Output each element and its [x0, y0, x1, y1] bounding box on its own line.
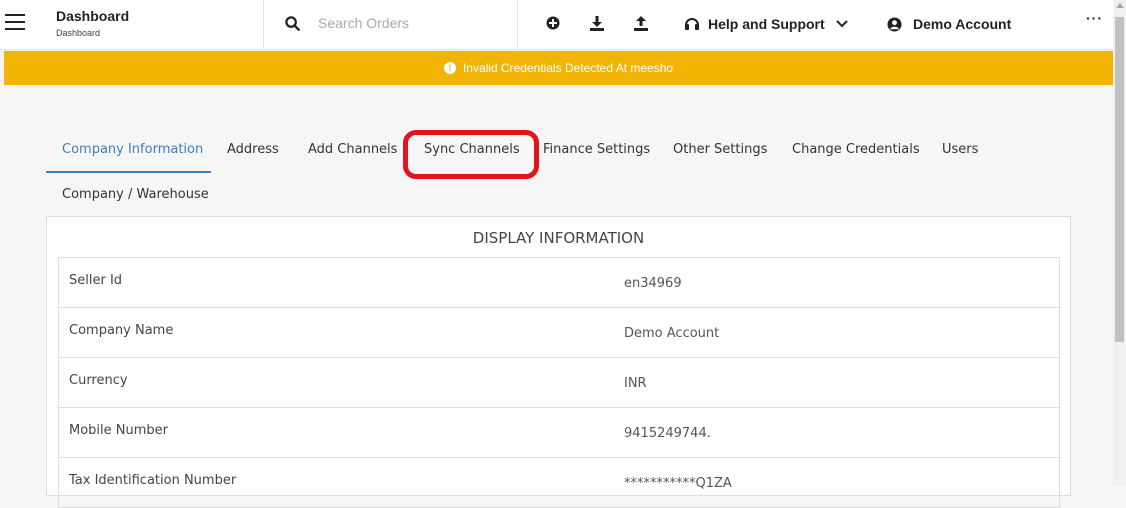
help-support-button[interactable]: Help and Support [684, 16, 848, 32]
scrollbar-thumb[interactable] [1115, 17, 1124, 342]
search-icon [285, 15, 300, 31]
table-row: Tax Identification Number ***********Q1Z… [58, 458, 1060, 508]
display-information-card: DISPLAY INFORMATION Seller Id en34969 Co… [46, 216, 1071, 508]
card-title: DISPLAY INFORMATION [472, 229, 645, 247]
tab-change-credentials[interactable]: Change Credentials [792, 142, 920, 157]
table-row: Currency INR [58, 358, 1060, 408]
upload-icon[interactable] [634, 16, 648, 31]
row-value: ***********Q1ZA [624, 476, 732, 491]
vertical-scrollbar[interactable] [1113, 0, 1126, 486]
top-bar: Dashboard Dashboard Search Orders Help a… [0, 0, 1113, 50]
alert-banner: ! Invalid Credentials Detected At meesho [4, 51, 1113, 85]
tab-add-channels[interactable]: Add Channels [308, 142, 397, 157]
user-circle-icon [887, 16, 902, 32]
add-circle-icon[interactable] [546, 16, 560, 30]
info-table: Seller Id en34969 Company Name Demo Acco… [58, 257, 1060, 508]
row-label: Company Name [69, 323, 174, 338]
divider [263, 0, 264, 50]
menu-icon[interactable] [5, 14, 25, 30]
tab-address[interactable]: Address [227, 142, 279, 157]
account-menu[interactable]: Demo Account [887, 16, 1011, 32]
sync-channels-highlight [403, 130, 539, 179]
row-label: Currency [69, 373, 128, 388]
more-options-icon[interactable]: ··· [1086, 10, 1103, 26]
tab-company-information[interactable]: Company Information [62, 142, 203, 157]
alert-message: Invalid Credentials Detected At meesho [462, 61, 674, 75]
help-support-label: Help and Support [708, 16, 825, 32]
divider [517, 0, 518, 50]
info-icon: ! [443, 62, 456, 74]
table-row: Seller Id en34969 [58, 258, 1060, 308]
row-label: Seller Id [69, 273, 123, 288]
account-label: Demo Account [913, 16, 1012, 32]
row-value: 9415249744. [624, 426, 711, 441]
row-label: Mobile Number [69, 423, 168, 438]
tab-other-settings[interactable]: Other Settings [673, 142, 767, 157]
tab-company-warehouse[interactable]: Company / Warehouse [62, 187, 209, 202]
tab-users[interactable]: Users [942, 142, 978, 157]
download-icon[interactable] [590, 16, 604, 31]
page-title: Dashboard [56, 8, 130, 24]
tab-finance-settings[interactable]: Finance Settings [543, 142, 650, 157]
active-tab-indicator [46, 171, 211, 173]
headset-icon [685, 18, 699, 30]
row-value: Demo Account [624, 326, 720, 341]
table-row: Mobile Number 9415249744. [58, 408, 1060, 458]
scroll-up-icon[interactable] [1116, 3, 1124, 8]
breadcrumb: Dashboard [56, 28, 101, 38]
row-value: INR [624, 376, 647, 391]
brand: Dashboard Dashboard [56, 8, 129, 38]
table-row: Company Name Demo Account [58, 308, 1060, 358]
search-box[interactable]: Search Orders [285, 15, 409, 31]
chevron-down-icon [835, 20, 848, 28]
row-value: en34969 [624, 276, 682, 291]
search-input[interactable]: Search Orders [318, 15, 409, 31]
